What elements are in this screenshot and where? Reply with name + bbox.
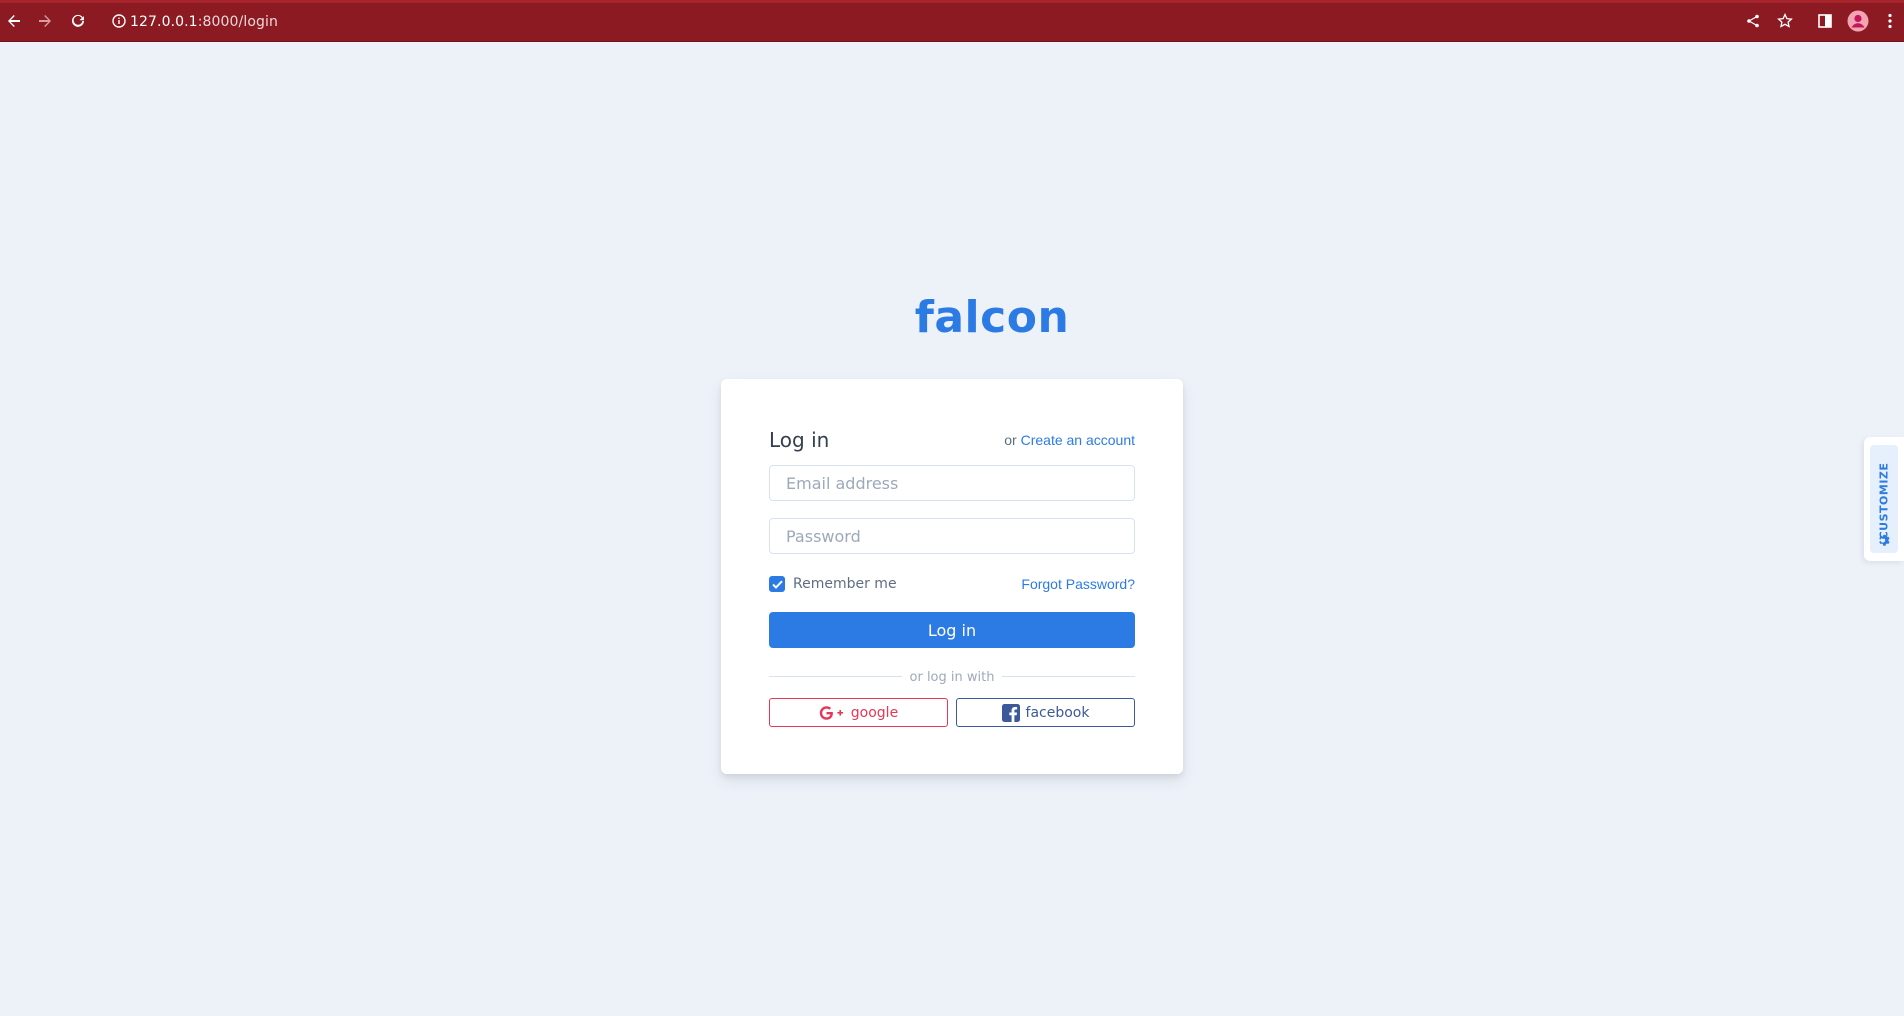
browser-toolbar: 127.0.0.1:8000/login <box>0 0 1904 42</box>
tab-strip-edge <box>0 0 1904 3</box>
forgot-password-link[interactable]: Forgot Password? <box>1021 576 1135 592</box>
brand-logo-text: falcon <box>914 292 1070 343</box>
customize-label: CUSTOMIZE <box>1877 462 1891 540</box>
create-account-link[interactable]: Create an account <box>1021 432 1135 448</box>
customize-tab[interactable]: CUSTOMIZE <box>1870 445 1898 553</box>
email-field[interactable] <box>769 465 1135 501</box>
google-label: google <box>850 704 899 721</box>
more-vert-icon[interactable] <box>1879 10 1901 32</box>
social-divider: or log in with <box>769 668 1135 685</box>
divider-text: or log in with <box>901 670 1003 685</box>
reload-icon[interactable] <box>68 11 88 31</box>
remember-me[interactable]: Remember me <box>769 576 897 592</box>
address-bar[interactable]: 127.0.0.1:8000/login <box>100 8 1740 35</box>
back-arrow-icon[interactable] <box>4 11 24 31</box>
check-icon <box>771 580 783 589</box>
profile-avatar-icon[interactable] <box>1847 10 1869 32</box>
forward-arrow-icon[interactable] <box>35 11 55 31</box>
facebook-login-button[interactable]: facebook <box>956 698 1135 727</box>
remember-me-label[interactable]: Remember me <box>793 576 897 592</box>
create-account-prompt: or Create an account <box>1004 432 1135 448</box>
gear-icon <box>1877 533 1891 552</box>
share-icon[interactable] <box>1742 10 1764 32</box>
login-card: Log in or Create an account Remember me … <box>721 379 1183 774</box>
page-title: Log in <box>769 428 830 452</box>
alt-prefix-text: or <box>1004 432 1017 448</box>
info-icon[interactable] <box>112 14 126 33</box>
brand-logo[interactable]: falcon <box>0 292 1904 343</box>
login-options: Remember me Forgot Password? <box>769 574 1135 594</box>
facebook-icon <box>1001 703 1020 722</box>
facebook-label: facebook <box>1025 704 1090 721</box>
google-plus-icon <box>819 705 845 720</box>
login-button[interactable]: Log in <box>769 612 1135 648</box>
login-header: Log in or Create an account <box>769 427 1135 453</box>
star-icon[interactable] <box>1774 10 1796 32</box>
customize-panel-toggle[interactable]: CUSTOMIZE <box>1864 437 1904 561</box>
login-form: Log in or Create an account Remember me … <box>769 427 1135 727</box>
google-login-button[interactable]: google <box>769 698 948 727</box>
social-login-row: google facebook <box>769 698 1135 727</box>
password-field[interactable] <box>769 518 1135 554</box>
side-panel-icon[interactable] <box>1814 10 1836 32</box>
remember-me-checkbox[interactable] <box>769 576 785 592</box>
url-text: 127.0.0.1:8000/login <box>130 13 278 30</box>
